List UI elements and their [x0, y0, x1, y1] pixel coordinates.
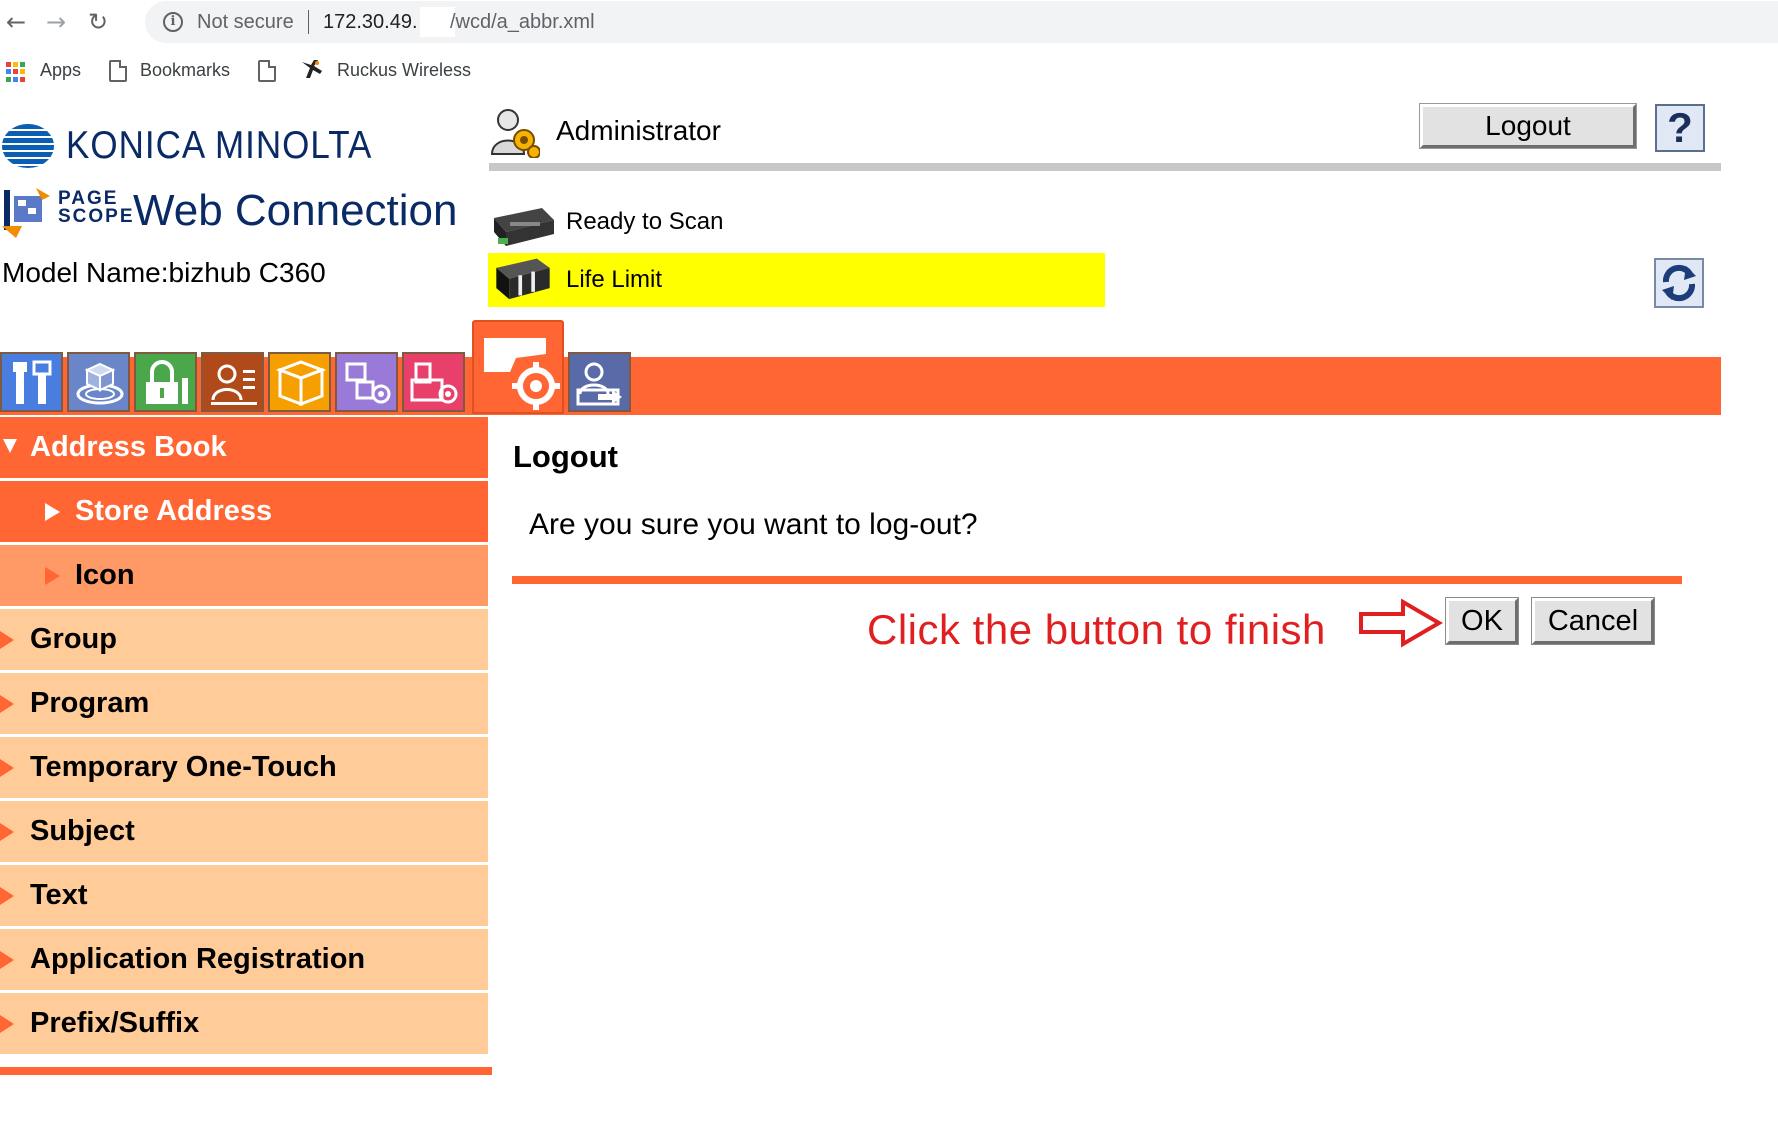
brand-logo-text: KONICA MINOLTA: [66, 124, 373, 167]
konica-minolta-globe-icon: [2, 124, 54, 168]
pointer-triangle-icon: [0, 823, 14, 841]
sidebar-item-group[interactable]: Group: [0, 609, 488, 673]
tab-store-address[interactable]: [402, 352, 465, 412]
user-card-icon: [211, 364, 257, 405]
apps-grid-icon[interactable]: [6, 62, 26, 82]
pagescope-wordmark: PAGE SCOPE: [58, 188, 135, 227]
sidebar-item-subject[interactable]: Subject: [0, 801, 488, 865]
sidebar-section-label: Address Book: [30, 431, 227, 463]
bookmark-ruckus[interactable]: Ruckus Wireless: [337, 60, 471, 81]
header-divider: [489, 163, 1721, 171]
ok-button[interactable]: OK: [1446, 598, 1518, 644]
browser-toolbar: ← → ↻ i Not secure 172.30.49. /wcd/a_abb…: [0, 0, 1778, 44]
url-host: 172.30.49.: [323, 11, 418, 33]
pointer-triangle-icon: [0, 887, 14, 905]
pointer-triangle-icon: [0, 631, 14, 649]
bookmarks-bar: Apps Bookmarks Ruckus Wireless: [0, 50, 1778, 90]
content-divider: [512, 576, 1682, 584]
tab-maintenance[interactable]: [0, 352, 63, 412]
pointer-triangle-icon: [45, 503, 60, 521]
pointer-triangle-icon: [0, 695, 14, 713]
right-arrow-icon: [1359, 598, 1443, 648]
forward-arrow-icon[interactable]: →: [40, 6, 72, 38]
bookmark-folder-icon[interactable]: [109, 60, 127, 82]
sidebar-section-address-book[interactable]: Address Book: [0, 417, 488, 481]
web-connection-title: Web Connection: [133, 186, 458, 235]
sidebar-item-icon[interactable]: Icon: [0, 545, 488, 609]
tab-box[interactable]: [268, 352, 331, 412]
user-role-label: Administrator: [556, 115, 721, 146]
printer-status-icon: [496, 258, 550, 300]
pointer-triangle-icon: [0, 759, 14, 777]
refresh-icon: [1662, 264, 1696, 302]
sidebar-item-label: Program: [30, 687, 150, 719]
scanner-status-icon: [494, 208, 554, 246]
boxes-gear-icon: [345, 362, 391, 404]
wrench-screwdriver-icon: [13, 360, 52, 404]
sidebar-item-label: Prefix/Suffix: [30, 1007, 200, 1039]
sidebar-item-text[interactable]: Text: [0, 865, 488, 929]
omnibox-divider: [308, 10, 309, 34]
sidebar-bottom-divider: [0, 1067, 492, 1075]
status-life-limit: Life Limit: [566, 266, 663, 293]
padlock-icon: [146, 360, 188, 404]
ruckus-dog-icon[interactable]: [300, 58, 324, 80]
sidebar-item-prefix-suffix[interactable]: Prefix/Suffix: [0, 993, 488, 1057]
tab-user-auth[interactable]: [201, 352, 264, 412]
instruction-annotation: Click the button to finish: [867, 606, 1326, 653]
tab-system-settings[interactable]: [67, 352, 130, 412]
bookmark-page-icon[interactable]: [258, 60, 276, 82]
box-icon: [276, 360, 326, 406]
sidebar-item-label: Store Address: [75, 495, 273, 527]
page-title: Logout: [513, 439, 619, 474]
logout-confirm-question: Are you sure you want to log-out?: [529, 508, 978, 541]
administrator-icon: [490, 109, 540, 158]
url-path: /wcd/a_abbr.xml: [450, 11, 595, 33]
status-ready: Ready to Scan: [566, 208, 724, 235]
sidebar-item-label: Group: [30, 623, 117, 655]
tab-logout[interactable]: [568, 352, 631, 412]
sidebar-item-label: Icon: [75, 559, 135, 591]
header-logout-button[interactable]: Logout: [1420, 104, 1636, 148]
user-exit-icon: [576, 362, 622, 406]
sidebar-item-label: Subject: [30, 815, 135, 847]
expanded-triangle-icon: [3, 439, 17, 453]
system-cube-icon: [76, 362, 124, 405]
info-icon[interactable]: i: [163, 12, 183, 32]
pointer-triangle-icon: [0, 951, 14, 969]
sidebar-item-program[interactable]: Program: [0, 673, 488, 737]
address-gear-icon: [484, 338, 560, 410]
pagescope-logo-icon: [2, 188, 50, 238]
sidebar-item-label: Application Registration: [30, 943, 366, 975]
pointer-triangle-icon: [45, 567, 60, 585]
tab-security[interactable]: [134, 352, 197, 412]
model-name: Model Name:bizhub C360: [2, 257, 326, 288]
help-question-icon[interactable]: ?: [1655, 104, 1705, 152]
reload-icon[interactable]: ↻: [82, 6, 114, 38]
sidebar-item-label: Text: [30, 879, 88, 911]
not-secure-label: Not secure: [197, 11, 294, 33]
refresh-button[interactable]: [1654, 258, 1704, 308]
tab-print-settings[interactable]: [335, 352, 398, 412]
sidebar-item-temporary-one-touch[interactable]: Temporary One-Touch: [0, 737, 488, 801]
tab-address-active[interactable]: [472, 320, 564, 414]
sidebar-item-application-registration[interactable]: Application Registration: [0, 929, 488, 993]
back-arrow-icon[interactable]: ←: [0, 6, 32, 38]
bookmark-bookmarks[interactable]: Bookmarks: [140, 60, 230, 81]
bookmark-apps[interactable]: Apps: [40, 60, 81, 81]
sidebar-item-label: Temporary One-Touch: [30, 751, 337, 783]
sidebar-item-store-address[interactable]: Store Address: [0, 481, 488, 545]
cancel-button[interactable]: Cancel: [1532, 598, 1654, 644]
fax-gear-icon: [410, 362, 458, 404]
address-bar[interactable]: i Not secure 172.30.49. /wcd/a_abbr.xml: [145, 1, 1778, 43]
pointer-triangle-icon: [0, 1015, 14, 1033]
